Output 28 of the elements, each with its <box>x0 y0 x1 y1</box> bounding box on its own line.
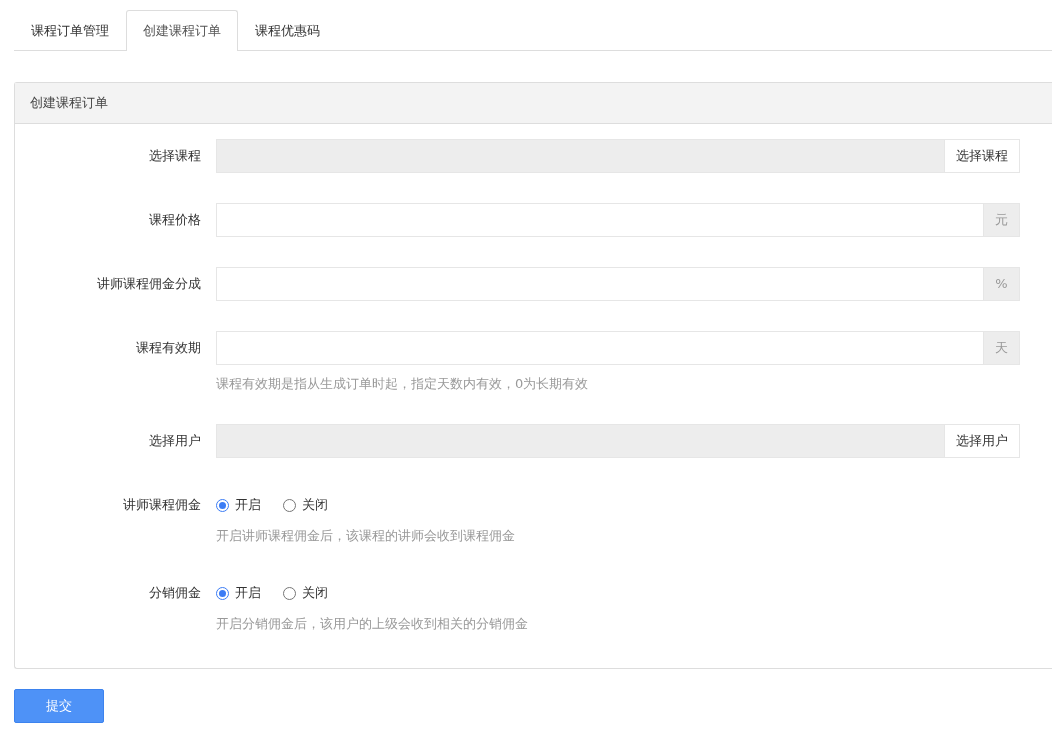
readonly-field[interactable] <box>216 139 944 173</box>
readonly-field[interactable] <box>216 424 944 458</box>
select-button[interactable]: 选择用户 <box>944 424 1020 458</box>
help-text: 课程有效期是指从生成订单时起，指定天数内有效，0为长期有效 <box>216 375 590 393</box>
radio-option[interactable]: 关闭 <box>283 584 328 602</box>
unit-addon: 元 <box>984 203 1020 237</box>
field-label: 选择用户 <box>148 432 202 450</box>
field-label: 课程价格 <box>148 211 202 229</box>
radio-option[interactable]: 关闭 <box>283 496 328 514</box>
tab[interactable]: 创建课程订单 <box>126 10 238 51</box>
unit-addon: 天 <box>984 331 1020 365</box>
input-field[interactable] <box>216 331 984 365</box>
tab[interactable]: 课程订单管理 <box>14 10 126 50</box>
select-button[interactable]: 选择课程 <box>944 139 1020 173</box>
tab[interactable]: 课程优惠码 <box>238 10 337 50</box>
help-text: 开启分销佣金后，该用户的上级会收到相关的分销佣金 <box>216 615 529 633</box>
radio-option[interactable]: 开启 <box>216 584 261 602</box>
field-label: 课程有效期 <box>135 339 202 357</box>
unit-addon: % <box>984 267 1020 301</box>
radio-option[interactable]: 开启 <box>216 496 261 514</box>
input-field[interactable] <box>216 203 984 237</box>
field-label: 讲师课程佣金分成 <box>96 275 202 293</box>
help-text: 开启讲师课程佣金后，该课程的讲师会收到课程佣金 <box>216 527 516 545</box>
panel-title: 创建课程订单 <box>15 83 1052 124</box>
field-label: 选择课程 <box>148 147 202 165</box>
input-field[interactable] <box>216 267 984 301</box>
field-label: 分销佣金 <box>148 584 202 602</box>
field-label: 讲师课程佣金 <box>122 496 202 514</box>
